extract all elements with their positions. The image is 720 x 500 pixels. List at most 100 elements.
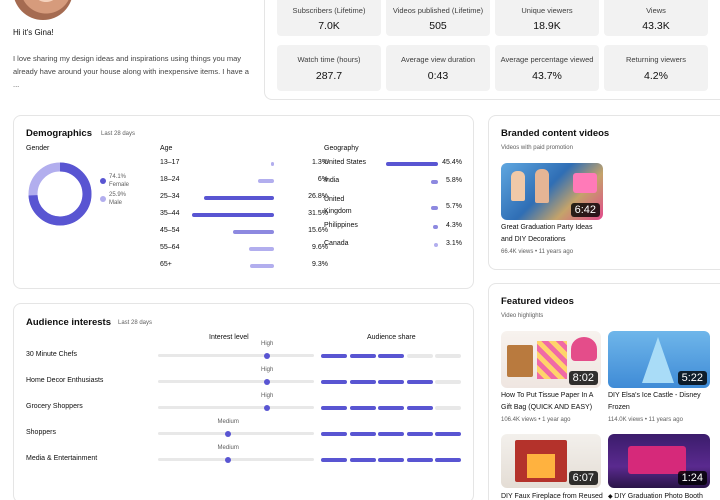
interest-name: Grocery Shoppers xyxy=(26,403,83,410)
featured-video-thumbnail[interactable]: 8:02 xyxy=(501,331,601,388)
audience-share-segment xyxy=(321,432,347,436)
featured-video-thumbnail[interactable]: 6:07 xyxy=(501,434,601,488)
interest-level-marker[interactable] xyxy=(264,378,271,385)
featured-video-title[interactable]: DIY Faux Fireplace from Reused xyxy=(501,491,603,500)
video-title-line: DIY Elsa's Ice Castle - Disney xyxy=(608,392,701,399)
thumbnail-banner xyxy=(628,446,686,474)
featured-video-meta: 106.4K views • 1 year ago xyxy=(501,417,571,423)
featured-subtitle: Video highlights xyxy=(501,313,544,319)
interest-level-marker[interactable] xyxy=(225,456,232,463)
stat-avg-view-duration[interactable]: Average view duration 0:43 xyxy=(386,45,490,91)
geography-label: Geography xyxy=(324,145,359,152)
stat-views[interactable]: Views 43.3K xyxy=(604,0,708,36)
stat-unique-viewers[interactable]: Unique viewers 18.9K xyxy=(495,0,599,36)
audience-share-segment xyxy=(349,380,376,384)
age-bar[interactable] xyxy=(258,179,274,183)
age-bar[interactable] xyxy=(204,196,274,200)
stat-label: Average view duration xyxy=(400,55,476,64)
male-pct: 25.9% xyxy=(109,192,127,198)
age-pct: 31.5% xyxy=(308,210,328,217)
age-range-label: 13–17 xyxy=(160,159,180,166)
channel-avatar[interactable] xyxy=(13,0,73,20)
age-bar[interactable] xyxy=(249,264,274,268)
thumbnail-tissue xyxy=(571,337,597,361)
thumbnail-ice-castle xyxy=(642,337,674,383)
thumbnail-fire xyxy=(527,454,555,478)
video-title-line: and DIY Decorations xyxy=(501,236,566,243)
audience-share-segment xyxy=(378,406,404,410)
geography-country: India xyxy=(324,177,340,184)
featured-title: Featured videos xyxy=(501,296,574,307)
age-range-label: 18–24 xyxy=(160,176,180,183)
gender-donut-chart[interactable] xyxy=(26,160,94,228)
audience-share-segment xyxy=(435,354,461,358)
age-range-label: 45–54 xyxy=(160,227,180,234)
thumbnail-figure xyxy=(535,169,549,203)
audience-share-segment xyxy=(378,432,404,436)
video-duration: 6:42 xyxy=(570,203,600,217)
branded-video-thumbnail[interactable]: 6:42 xyxy=(501,163,603,220)
male-legend-dot xyxy=(100,196,106,202)
stat-avg-percentage-viewed[interactable]: Average percentage viewed 43.7% xyxy=(495,45,599,91)
stat-label: Subscribers (Lifetime) xyxy=(292,6,366,15)
featured-video-thumbnail[interactable]: 5:22 xyxy=(608,331,710,388)
stat-watch-time[interactable]: Watch time (hours) 287.7 xyxy=(277,45,381,91)
interest-level-label: High xyxy=(261,393,274,399)
age-pct: 26.8% xyxy=(308,193,328,200)
age-bar[interactable] xyxy=(192,213,274,217)
geography-country: United States xyxy=(324,159,367,166)
audience-share-segment xyxy=(406,432,433,436)
branded-title: Branded content videos xyxy=(501,128,610,139)
age-bar[interactable] xyxy=(249,247,274,251)
age-range-label: 25–34 xyxy=(160,193,180,200)
interest-level-track xyxy=(158,380,314,383)
audience-share-segment xyxy=(406,406,433,410)
thumbnail-figure xyxy=(511,171,525,201)
audience-interests-period: Last 28 days xyxy=(118,320,153,326)
male-label: Male xyxy=(109,200,123,206)
audience-share-segment xyxy=(349,458,376,462)
featured-video-title[interactable]: How To Put Tissue Paper In A Gift Bag (Q… xyxy=(501,390,593,414)
video-title-line: Gift Bag (QUICK AND EASY) xyxy=(501,404,593,411)
stat-value: 0:43 xyxy=(427,70,449,82)
age-bar[interactable] xyxy=(233,230,274,234)
stat-value: 4.2% xyxy=(644,70,668,82)
video-duration: 5:22 xyxy=(677,371,707,385)
interest-level-marker[interactable] xyxy=(225,430,232,437)
geography-pct: 45.4% xyxy=(442,159,462,166)
branded-subtitle: Videos with paid promotion xyxy=(501,145,573,151)
geography-pct: 5.7% xyxy=(446,203,462,210)
video-title-line: Great Graduation Party Ideas xyxy=(501,224,593,231)
thumbnail-gift-bag xyxy=(507,345,533,377)
branded-content-card: Branded content videos Videos with paid … xyxy=(488,115,720,270)
stat-videos-published[interactable]: Videos published (Lifetime) 505 xyxy=(386,0,490,36)
stat-subscribers[interactable]: Subscribers (Lifetime) 7.0K xyxy=(277,0,381,36)
interest-name: Media & Entertainment xyxy=(26,455,98,462)
age-pct: 9.3% xyxy=(312,261,328,268)
featured-video-thumbnail[interactable]: 1:24 xyxy=(608,434,710,488)
interest-level-marker[interactable] xyxy=(264,404,271,411)
featured-video-title[interactable]: DIY Elsa's Ice Castle - Disney Frozen xyxy=(608,390,701,414)
age-range-label: 65+ xyxy=(160,261,172,268)
geography-pct: 3.1% xyxy=(446,240,462,247)
interest-level-marker[interactable] xyxy=(264,352,271,359)
audience-share-segment xyxy=(435,380,461,384)
female-legend: 74.1% Female xyxy=(109,173,129,189)
interest-level-label: High xyxy=(261,341,274,347)
age-bar[interactable] xyxy=(270,162,274,166)
audience-share-segment xyxy=(435,458,461,462)
profile-bio: I love sharing my design ideas and inspi… xyxy=(13,54,249,89)
interest-level-label: Medium xyxy=(217,419,239,425)
thumbnail-gift-bag xyxy=(537,341,567,379)
demographics-title: Demographics xyxy=(26,128,92,139)
branded-video-title[interactable]: Great Graduation Party Ideas and DIY Dec… xyxy=(501,222,592,246)
featured-video-title[interactable]: ◆ DIY Graduation Photo Booth xyxy=(608,491,703,500)
interest-level-label: Medium xyxy=(217,445,239,451)
age-pct: 6% xyxy=(317,176,328,183)
audience-share-segment xyxy=(349,354,376,358)
geography-country: Philippines xyxy=(324,222,358,229)
stat-returning-viewers[interactable]: Returning viewers 4.2% xyxy=(604,45,708,91)
demographics-card: Demographics Last 28 days Gender 74.1% F… xyxy=(13,115,474,289)
stat-label: Views xyxy=(646,6,666,15)
stat-value: 43.3K xyxy=(642,20,670,32)
